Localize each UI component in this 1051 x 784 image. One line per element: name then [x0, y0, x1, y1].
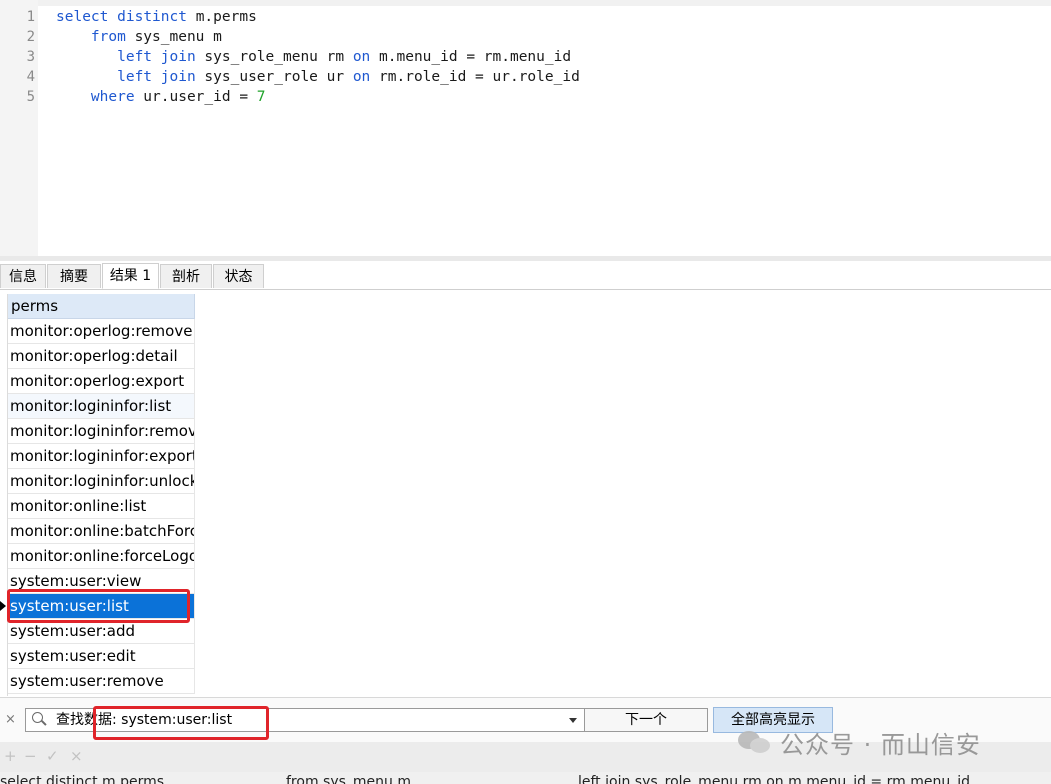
search-icon [32, 712, 43, 723]
apply-changes-icon[interactable]: ✓ [46, 747, 59, 765]
line-number: 3 [26, 49, 35, 65]
wechat-logo-icon [738, 729, 772, 755]
chevron-down-icon[interactable] [569, 718, 577, 723]
table-row[interactable]: monitor:operlog:remove [8, 319, 195, 344]
result-grid[interactable]: perms monitor:operlog:remove monitor:oper… [0, 294, 1051, 696]
table-row[interactable]: monitor:online:list [8, 494, 195, 519]
status-query-text: from sys_menu m [286, 774, 411, 784]
table-row[interactable]: monitor:operlog:export [8, 369, 195, 394]
code-line[interactable]: from sys_menu m [56, 27, 222, 47]
editor-top-strip [0, 0, 1051, 6]
delete-record-icon[interactable]: − [24, 747, 37, 765]
line-number-gutter: 1 2 3 4 5 [0, 0, 38, 258]
tab-status[interactable]: 状态 [213, 264, 264, 288]
column-header-perms[interactable]: perms [8, 294, 195, 319]
tab-summary[interactable]: 摘要 [47, 264, 101, 288]
table-row[interactable]: monitor:operlog:detail [8, 344, 195, 369]
find-next-button[interactable]: 下一个 [584, 708, 708, 732]
line-number: 5 [26, 89, 35, 105]
table-row[interactable]: system:user:remove [8, 669, 195, 694]
sql-editor[interactable]: 1 2 3 4 5 select distinct m.perms from s… [0, 0, 1051, 258]
watermark-text: 公众号 · 而山信安 [780, 730, 981, 759]
line-number: 1 [26, 9, 35, 25]
current-row-indicator-icon [0, 601, 6, 611]
add-record-icon[interactable]: + [4, 747, 17, 765]
discard-changes-icon[interactable]: × [70, 747, 83, 765]
watermark: 公众号 · 而山信安 [738, 724, 981, 760]
editor-splitter[interactable] [0, 256, 1051, 261]
table-row[interactable]: system:user:edit [8, 644, 195, 669]
line-number: 4 [26, 69, 35, 85]
table-row[interactable]: monitor:logininfor:export [8, 444, 195, 469]
annotation-box-find-input [93, 706, 269, 740]
row-selector-column[interactable] [0, 294, 8, 696]
table-row[interactable]: monitor:logininfor:unlock [8, 469, 195, 494]
code-line[interactable]: where ur.user_id = 7 [56, 87, 266, 107]
table-row[interactable]: monitor:logininfor:remove [8, 419, 195, 444]
code-line[interactable]: left join sys_user_role ur on rm.role_id… [56, 67, 580, 87]
result-tabbar: 信息 摘要 结果 1 剖析 状态 [0, 262, 1051, 290]
annotation-box-selected-row [7, 589, 190, 623]
code-line[interactable]: select distinct m.perms [56, 7, 257, 27]
code-line[interactable]: left join sys_role_menu rm on m.menu_id … [56, 47, 571, 67]
status-query-text: left join sys_role_menu rm on m.menu_id … [578, 774, 970, 784]
tab-result-1[interactable]: 结果 1 [102, 263, 159, 289]
table-row[interactable]: monitor:online:forceLogout [8, 544, 195, 569]
status-bar: select distinct m.perms from sys_menu m … [0, 772, 1051, 784]
line-number: 2 [26, 29, 35, 45]
table-row[interactable]: monitor:online:batchForceLogout [8, 519, 195, 544]
close-find-icon[interactable]: × [5, 712, 16, 727]
table-row[interactable]: monitor:logininfor:list [8, 394, 195, 419]
tab-info[interactable]: 信息 [0, 264, 46, 288]
tab-profile[interactable]: 剖析 [160, 264, 212, 288]
status-query-text: select distinct m.perms [0, 774, 165, 784]
